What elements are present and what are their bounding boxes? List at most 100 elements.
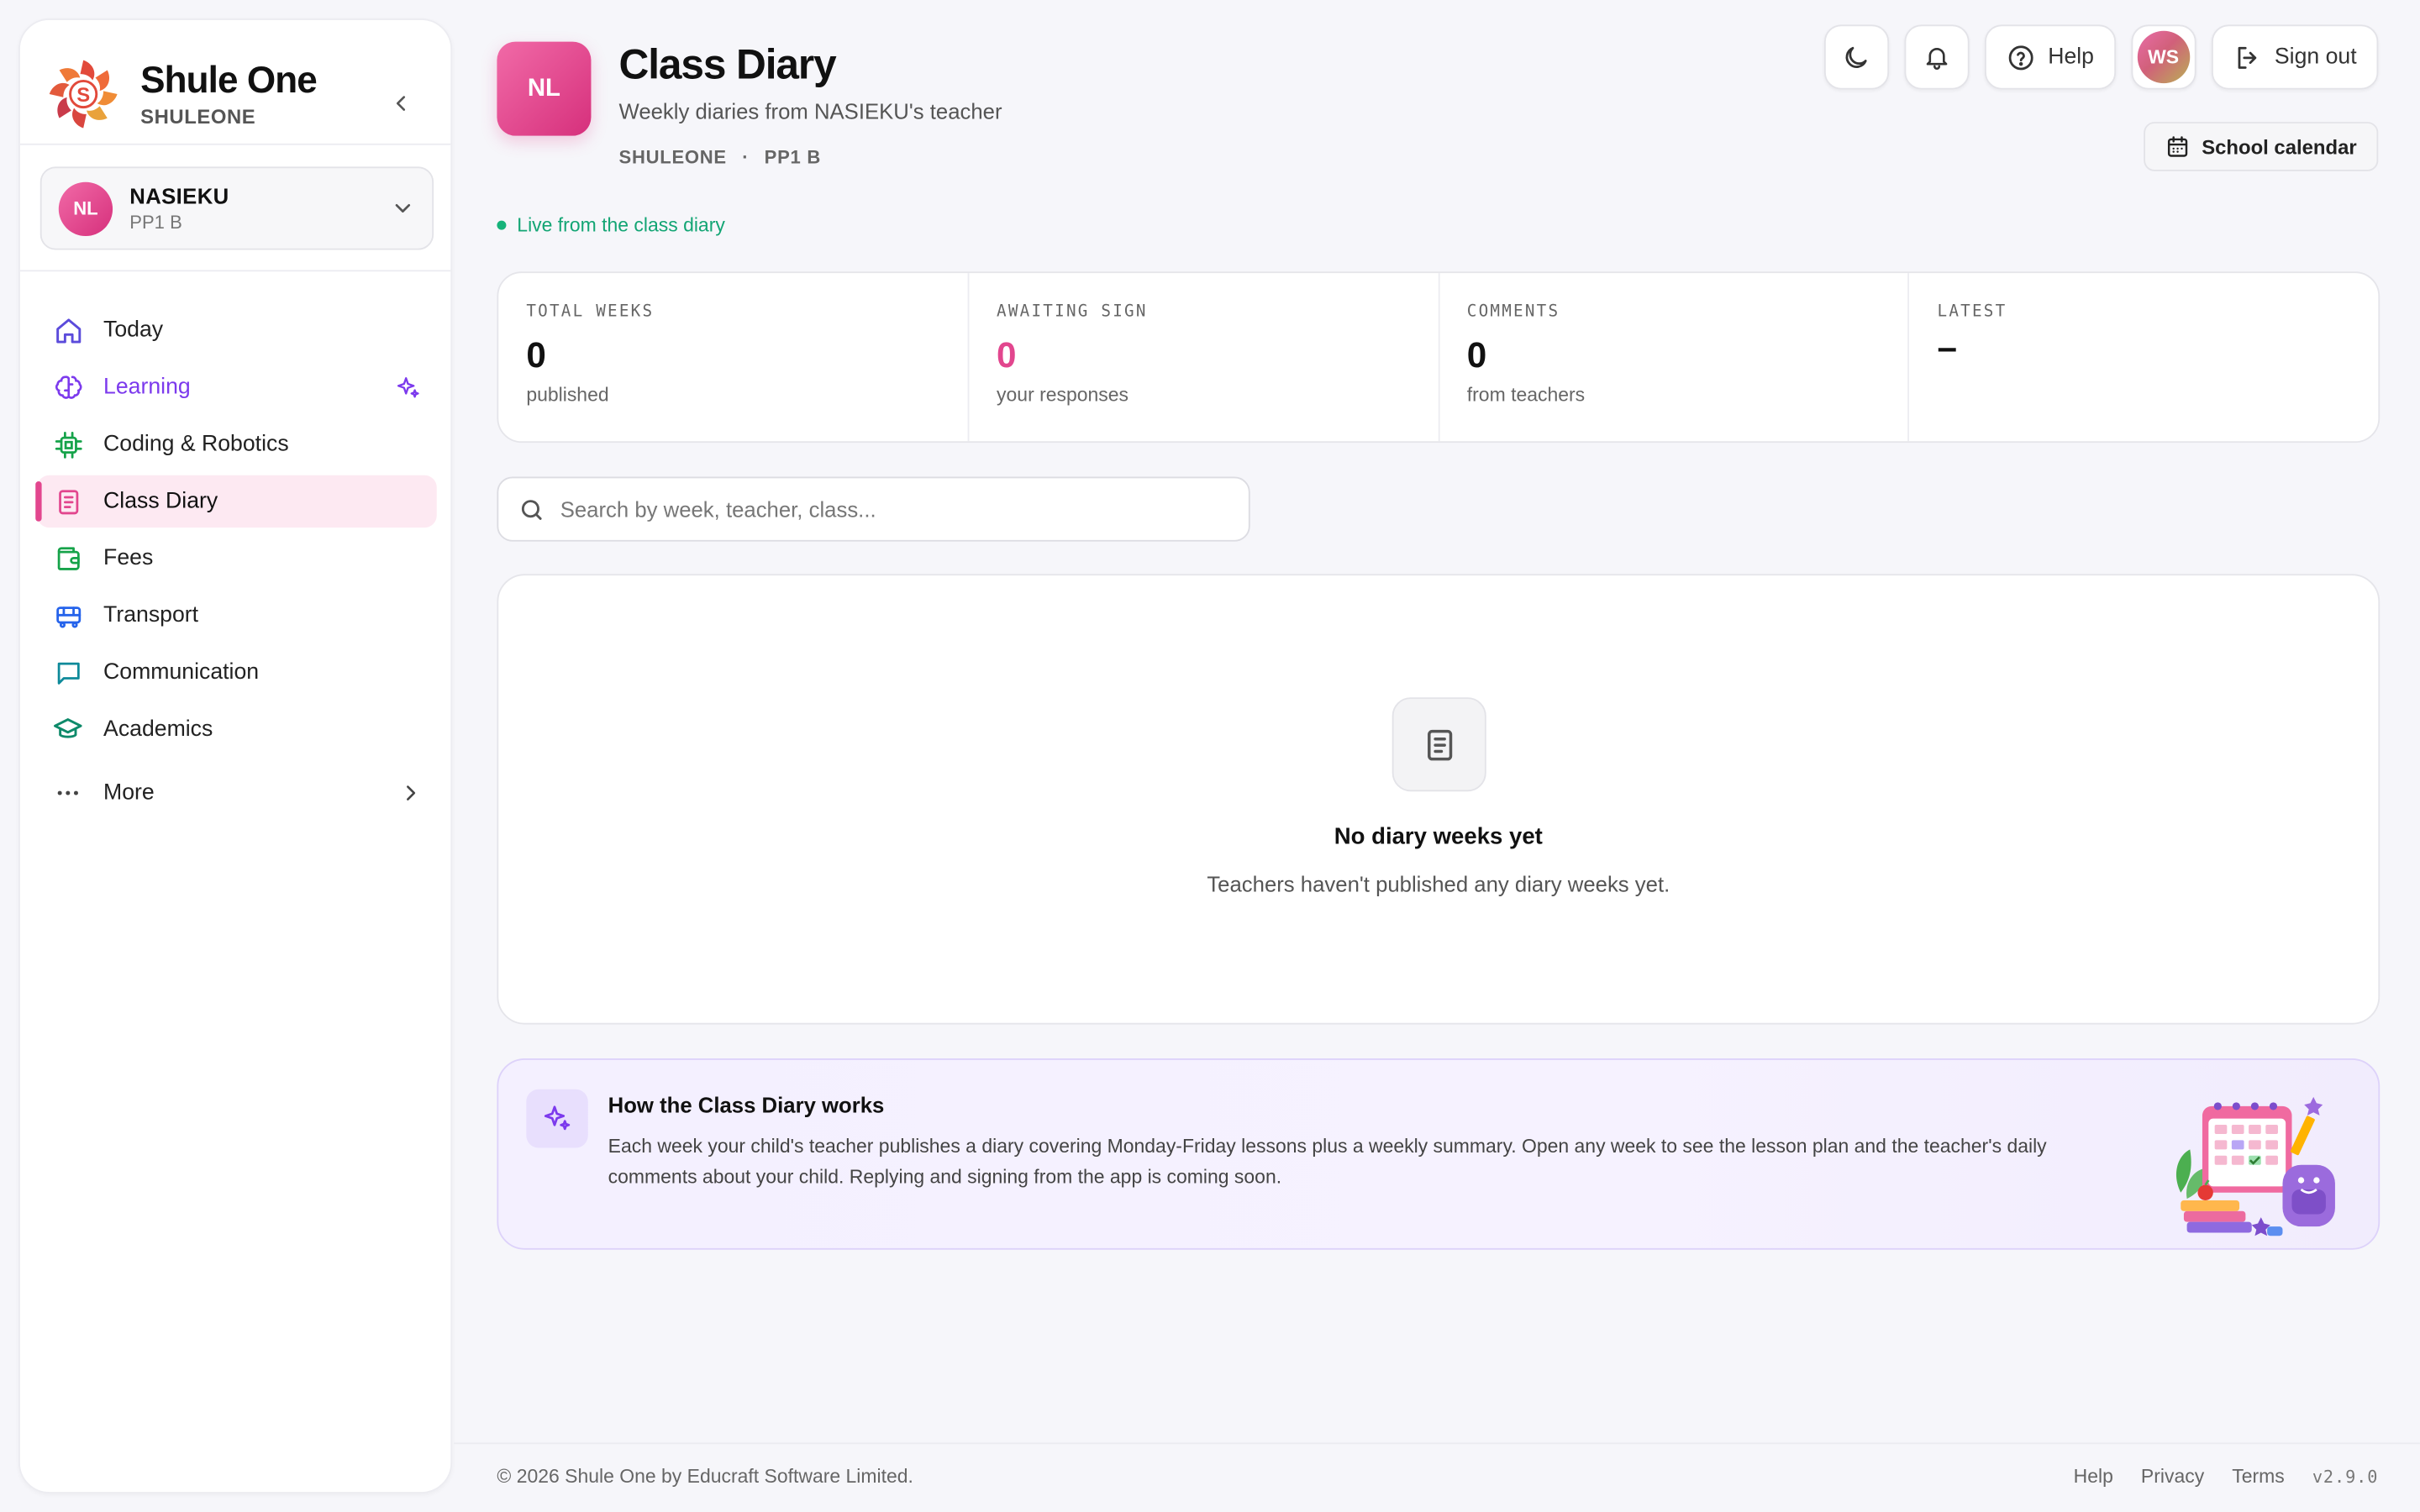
sidebar-divider	[19, 270, 451, 272]
sidebar-item-label: Communication	[103, 660, 260, 685]
breadcrumb-school: SHULEONE	[618, 146, 727, 169]
stat-label: AWAITING SIGN	[997, 302, 1148, 322]
search-box	[497, 476, 1250, 542]
chat-icon	[52, 657, 83, 688]
app-name: Shule One	[140, 60, 318, 102]
live-text: Live from the class diary	[517, 214, 725, 237]
stat-value: 0	[997, 334, 1017, 375]
school-supplies-illustration	[2175, 1096, 2335, 1236]
chevron-down-icon	[395, 203, 411, 213]
sidebar-item-label: Transport	[103, 603, 199, 628]
stat-comments: COMMENTS 0 from teachers	[1439, 273, 1910, 442]
stat-total-weeks: TOTAL WEEKS 0 published	[498, 273, 969, 442]
live-dot	[497, 220, 507, 230]
shule-one-logo: S	[49, 60, 118, 129]
sidebar-item-transport[interactable]: Transport	[37, 590, 437, 642]
student-switcher[interactable]: NL NASIEKU PP1 B	[39, 166, 434, 250]
sidebar-item-label: Coding & Robotics	[103, 432, 289, 457]
school-calendar-button[interactable]: School calendar	[2143, 122, 2379, 171]
stat-value: 0	[1466, 334, 1487, 375]
stat-label: COMMENTS	[1466, 302, 1560, 322]
svg-text:S: S	[76, 84, 90, 107]
sign-out-icon	[2238, 45, 2256, 68]
footer: © 2026 Shule One by Educraft Software Li…	[453, 1442, 2420, 1512]
sparkle-icon	[395, 374, 421, 400]
stat-awaiting-sign: AWAITING SIGN 0 your responses	[969, 273, 1439, 442]
home-icon	[52, 315, 83, 346]
breadcrumb: SHULEONE · PP1 B	[619, 146, 822, 168]
footer-terms-link[interactable]: Terms	[2232, 1466, 2285, 1488]
student-name: NASIEKU	[129, 183, 229, 208]
help-circle-icon	[2008, 45, 2033, 70]
sidebar-item-class-diary[interactable]: Class Diary	[35, 475, 437, 528]
how-it-works-banner: How the Class Diary works Each week your…	[497, 1058, 2381, 1250]
theme-toggle-button[interactable]	[1823, 24, 1890, 90]
sidebar-item-more[interactable]: More	[37, 767, 437, 819]
stat-note: your responses	[997, 384, 1129, 407]
wallet-icon	[52, 543, 83, 575]
sidebar-item-label: Class Diary	[103, 489, 218, 514]
breadcrumb-class: PP1 B	[764, 146, 822, 169]
notifications-button[interactable]	[1904, 24, 1970, 90]
search-input[interactable]	[560, 496, 1209, 522]
sidebar-item-academics[interactable]: Academics	[37, 704, 437, 756]
sidebar-item-coding-robotics[interactable]: Coding & Robotics	[37, 418, 437, 470]
version-label: v2.9.0	[2312, 1466, 2379, 1487]
sidebar: S Shule One SHULEONE NL NASIEKU PP1 B To…	[18, 18, 453, 1494]
stat-label: LATEST	[1937, 302, 2007, 322]
search-icon	[521, 499, 542, 519]
sidebar-item-label: Fees	[103, 546, 154, 571]
chip-icon	[52, 429, 83, 460]
collapse-sidebar-button[interactable]	[383, 85, 420, 122]
stat-value: –	[1937, 327, 1958, 368]
diary-weeks-list: No diary weeks yet Teachers haven't publ…	[497, 574, 2381, 1025]
breadcrumb-separator: ·	[742, 146, 750, 169]
empty-state-icon	[1392, 697, 1486, 792]
student-avatar: NL	[58, 181, 113, 236]
sign-out-label: Sign out	[2274, 45, 2357, 70]
stat-latest: LATEST –	[1909, 273, 2378, 441]
student-class: PP1 B	[129, 211, 182, 234]
stat-value: 0	[526, 334, 546, 375]
help-label: Help	[2048, 45, 2094, 70]
footer-privacy-link[interactable]: Privacy	[2141, 1466, 2204, 1488]
sidebar-item-today[interactable]: Today	[37, 304, 437, 356]
sign-out-button[interactable]: Sign out	[2211, 24, 2379, 90]
school-calendar-label: School calendar	[2202, 134, 2357, 159]
book-icon	[1427, 728, 1452, 760]
sidebar-item-fees[interactable]: Fees	[37, 533, 437, 585]
sidebar-item-learning[interactable]: Learning	[37, 361, 437, 413]
sidebar-item-label: Academics	[103, 717, 213, 743]
user-menu-button[interactable]: WS	[2131, 24, 2196, 90]
sidebar-item-communication[interactable]: Communication	[37, 647, 437, 699]
top-actions: Help WS Sign out	[1823, 24, 2379, 90]
sidebar-item-label: Today	[103, 318, 164, 343]
footer-help-link[interactable]: Help	[2074, 1466, 2113, 1488]
info-title: How the Class Diary works	[608, 1092, 885, 1117]
sparkle-icon	[526, 1089, 588, 1148]
stat-note: published	[526, 384, 609, 407]
empty-state-title: No diary weeks yet	[1334, 823, 1543, 851]
stat-note: from teachers	[1466, 384, 1586, 407]
sidebar-divider	[19, 143, 451, 145]
sidebar-item-label: More	[103, 780, 155, 806]
page-subtitle: Weekly diaries from NASIEKU's teacher	[618, 98, 1002, 123]
moon-icon	[1846, 45, 1868, 68]
empty-state-text: Teachers haven't published any diary wee…	[1207, 871, 1670, 897]
book-icon	[52, 486, 83, 517]
info-text: Each week your child's teacher publishes…	[608, 1135, 2047, 1189]
live-indicator: Live from the class diary	[497, 214, 725, 237]
school-name: SHULEONE	[140, 104, 256, 129]
bus-icon	[52, 600, 83, 631]
avatar: WS	[2137, 30, 2190, 84]
more-dots-icon	[52, 778, 83, 809]
bell-icon	[1926, 48, 1948, 70]
footer-links: Help Privacy Terms v2.9.0	[2074, 1466, 2379, 1488]
sidebar-nav: Today Learning Coding & Robotics Class D…	[35, 304, 437, 824]
chevron-left-icon	[396, 96, 406, 111]
help-button[interactable]: Help	[1984, 24, 2116, 90]
copyright: © 2026 Shule One by Educraft Software Li…	[497, 1465, 913, 1488]
brain-icon	[52, 372, 83, 403]
page-title: Class Diary	[618, 41, 837, 88]
brand[interactable]: S Shule One SHULEONE	[46, 48, 318, 140]
